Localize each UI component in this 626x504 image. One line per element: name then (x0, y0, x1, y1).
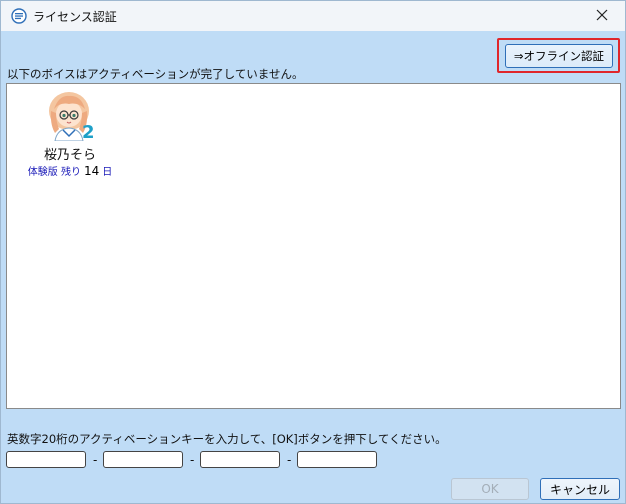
trial-days: 14 (83, 164, 100, 178)
cancel-button[interactable]: キャンセル (540, 478, 620, 500)
status-message: 以下のボイスはアクティベーションが完了していません。 (7, 67, 304, 81)
title-bar: ライセンス認証 (1, 1, 625, 31)
activation-instruction: 英数字20桁のアクティベーションキーを入力して、[OK]ボタンを押下してください… (7, 432, 447, 446)
license-dialog: ライセンス認証 ⇒オフライン認証 以下のボイスはアクティベーションが完了していま… (0, 0, 626, 504)
trial-unit: 日 (102, 167, 113, 178)
trial-status: 体験版 残り 14 日 (25, 163, 115, 178)
window-title: ライセンス認証 (33, 10, 117, 24)
trial-label: 体験版 残り (27, 167, 81, 178)
key-separator: - (190, 453, 195, 467)
voice-name: 桜乃そら (43, 148, 96, 163)
key-separator: - (93, 453, 98, 467)
activation-key-field-2[interactable] (103, 451, 183, 468)
character-avatar-icon: 2 (45, 89, 97, 143)
speech-bubble-icon (11, 8, 27, 24)
ok-button[interactable]: OK (451, 478, 529, 500)
voice-list[interactable]: 2 桜乃そら 体験版 残り 14 日 (6, 83, 621, 409)
close-button[interactable] (579, 1, 625, 31)
activation-key-field-3[interactable] (200, 451, 280, 468)
activation-key-field-1[interactable] (6, 451, 86, 468)
close-icon (596, 9, 608, 24)
list-item[interactable]: 2 桜乃そら 体験版 残り 14 日 (25, 89, 115, 179)
key-separator: - (287, 453, 292, 467)
offline-activation-button[interactable]: ⇒オフライン認証 (505, 44, 613, 68)
activation-key-field-4[interactable] (297, 451, 377, 468)
version-badge: 2 (82, 122, 95, 141)
